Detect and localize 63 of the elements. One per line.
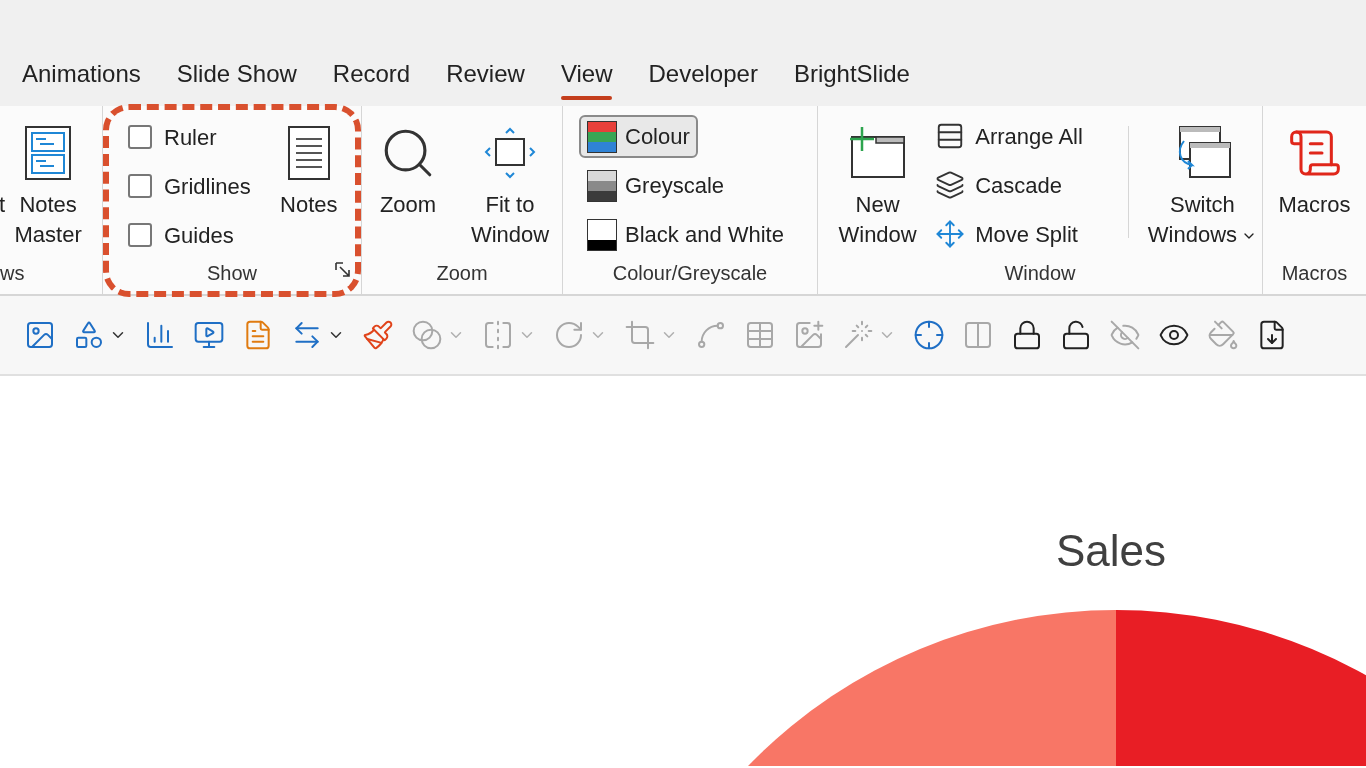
swatch-icon <box>587 169 617 202</box>
ribbon-tab[interactable]: BrightSlide <box>775 56 928 100</box>
crop-icon <box>624 319 656 351</box>
toolbar-button[interactable] <box>1011 319 1043 351</box>
chart-title: Sales <box>1056 525 1167 577</box>
checkbox[interactable]: Ruler <box>128 122 251 152</box>
lock-icon <box>1011 319 1043 351</box>
checkbox[interactable]: Gridlines <box>128 171 251 201</box>
paintbrush-icon <box>362 319 394 351</box>
ribbon-button[interactable]: Notes <box>268 106 349 258</box>
swatch-icon <box>587 218 617 251</box>
checkbox-box[interactable] <box>128 125 152 149</box>
notes-page-icon <box>286 125 331 181</box>
ribbon-button[interactable]: Move Split <box>935 219 1114 249</box>
swatch-icon <box>587 120 617 153</box>
checkbox[interactable]: Guides <box>128 220 251 250</box>
paint-bucket-icon <box>1207 319 1239 351</box>
group-label: ws <box>0 261 25 286</box>
checkbox-box[interactable] <box>128 174 152 198</box>
ribbon-button[interactable]: Notes Master <box>5 106 92 258</box>
shapes-icon <box>73 319 105 351</box>
colour-mode-button[interactable]: Colour <box>579 115 698 158</box>
crosshair-icon <box>913 319 945 351</box>
ribbon-tab[interactable]: Slide Show <box>158 56 315 100</box>
ribbon-tab[interactable]: Developer <box>630 56 776 100</box>
ribbon-tab[interactable]: View <box>542 56 631 100</box>
colour-mode-button[interactable]: Black and White <box>579 213 792 256</box>
new-window-icon <box>847 125 908 181</box>
magic-wand-icon <box>842 319 874 351</box>
monitor-icon <box>193 319 225 351</box>
ribbon-tab[interactable]: Record <box>314 56 429 100</box>
ribbon-button[interactable]: Macros <box>1266 106 1363 258</box>
ribbon-button[interactable]: Fit to Window <box>460 106 560 258</box>
eye-off-icon <box>1109 319 1141 351</box>
rotate-icon <box>553 319 585 351</box>
overlapping-circles-icon <box>411 319 443 351</box>
table-icon <box>744 319 776 351</box>
bar-chart-icon <box>144 319 176 351</box>
cut-label: t <box>0 191 6 219</box>
ribbon-tab[interactable]: Animations <box>4 56 159 100</box>
colour-mode-button[interactable]: Greyscale <box>579 164 733 207</box>
group-label: Colour/Greyscale <box>612 261 768 286</box>
notes-master-icon <box>24 125 73 181</box>
ribbon-tab[interactable]: Review <box>428 56 543 100</box>
group-label: Zoom <box>436 261 488 286</box>
checkbox-box[interactable] <box>128 223 152 247</box>
group-label: Macros <box>1281 261 1348 286</box>
fit-to-window-icon <box>482 125 538 181</box>
ribbon-button[interactable]: Cascade <box>935 170 1114 200</box>
ribbon-button[interactable]: Switch Windows <box>1142 106 1262 258</box>
layers-icon <box>935 170 966 200</box>
group-label: Window <box>1004 261 1076 286</box>
group-label: Show <box>207 261 257 286</box>
dialog-launcher-icon[interactable] <box>335 262 351 278</box>
ribbon-button[interactable]: Arrange All <box>935 121 1114 151</box>
ribbon-button[interactable]: New Window <box>826 106 930 258</box>
unlock-icon <box>1060 319 1092 351</box>
ribbon-button[interactable]: Zoom <box>370 106 446 258</box>
mirror-icon <box>482 319 514 351</box>
toolbar-button[interactable] <box>1060 319 1092 351</box>
edit-points-icon <box>695 319 727 351</box>
move-icon <box>935 219 966 249</box>
picture-icon <box>24 319 56 351</box>
